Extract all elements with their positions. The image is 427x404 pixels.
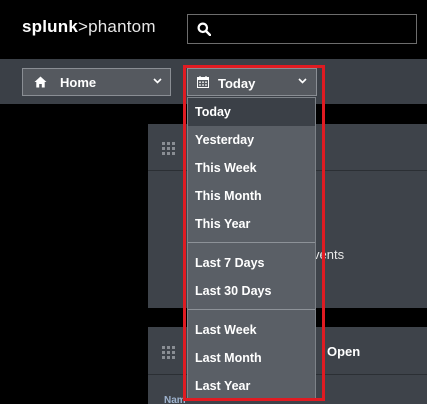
logo-light-text: >phantom [78, 17, 156, 36]
search-input[interactable] [187, 14, 417, 44]
chevron-down-icon [153, 78, 162, 84]
grid-handle-icon[interactable] [162, 142, 175, 155]
home-icon [34, 76, 47, 88]
highlight-box [183, 65, 325, 401]
top-header: splunk>phantom [0, 0, 427, 59]
panel-title-text: Open [327, 344, 361, 359]
logo-bold-text: splunk [22, 17, 78, 36]
search-icon [197, 22, 211, 36]
home-dropdown-button[interactable]: Home [22, 68, 171, 96]
home-label: Home [60, 75, 97, 90]
grid-handle-icon[interactable] [162, 346, 175, 359]
splunk-phantom-logo[interactable]: splunk>phantom [22, 17, 156, 37]
